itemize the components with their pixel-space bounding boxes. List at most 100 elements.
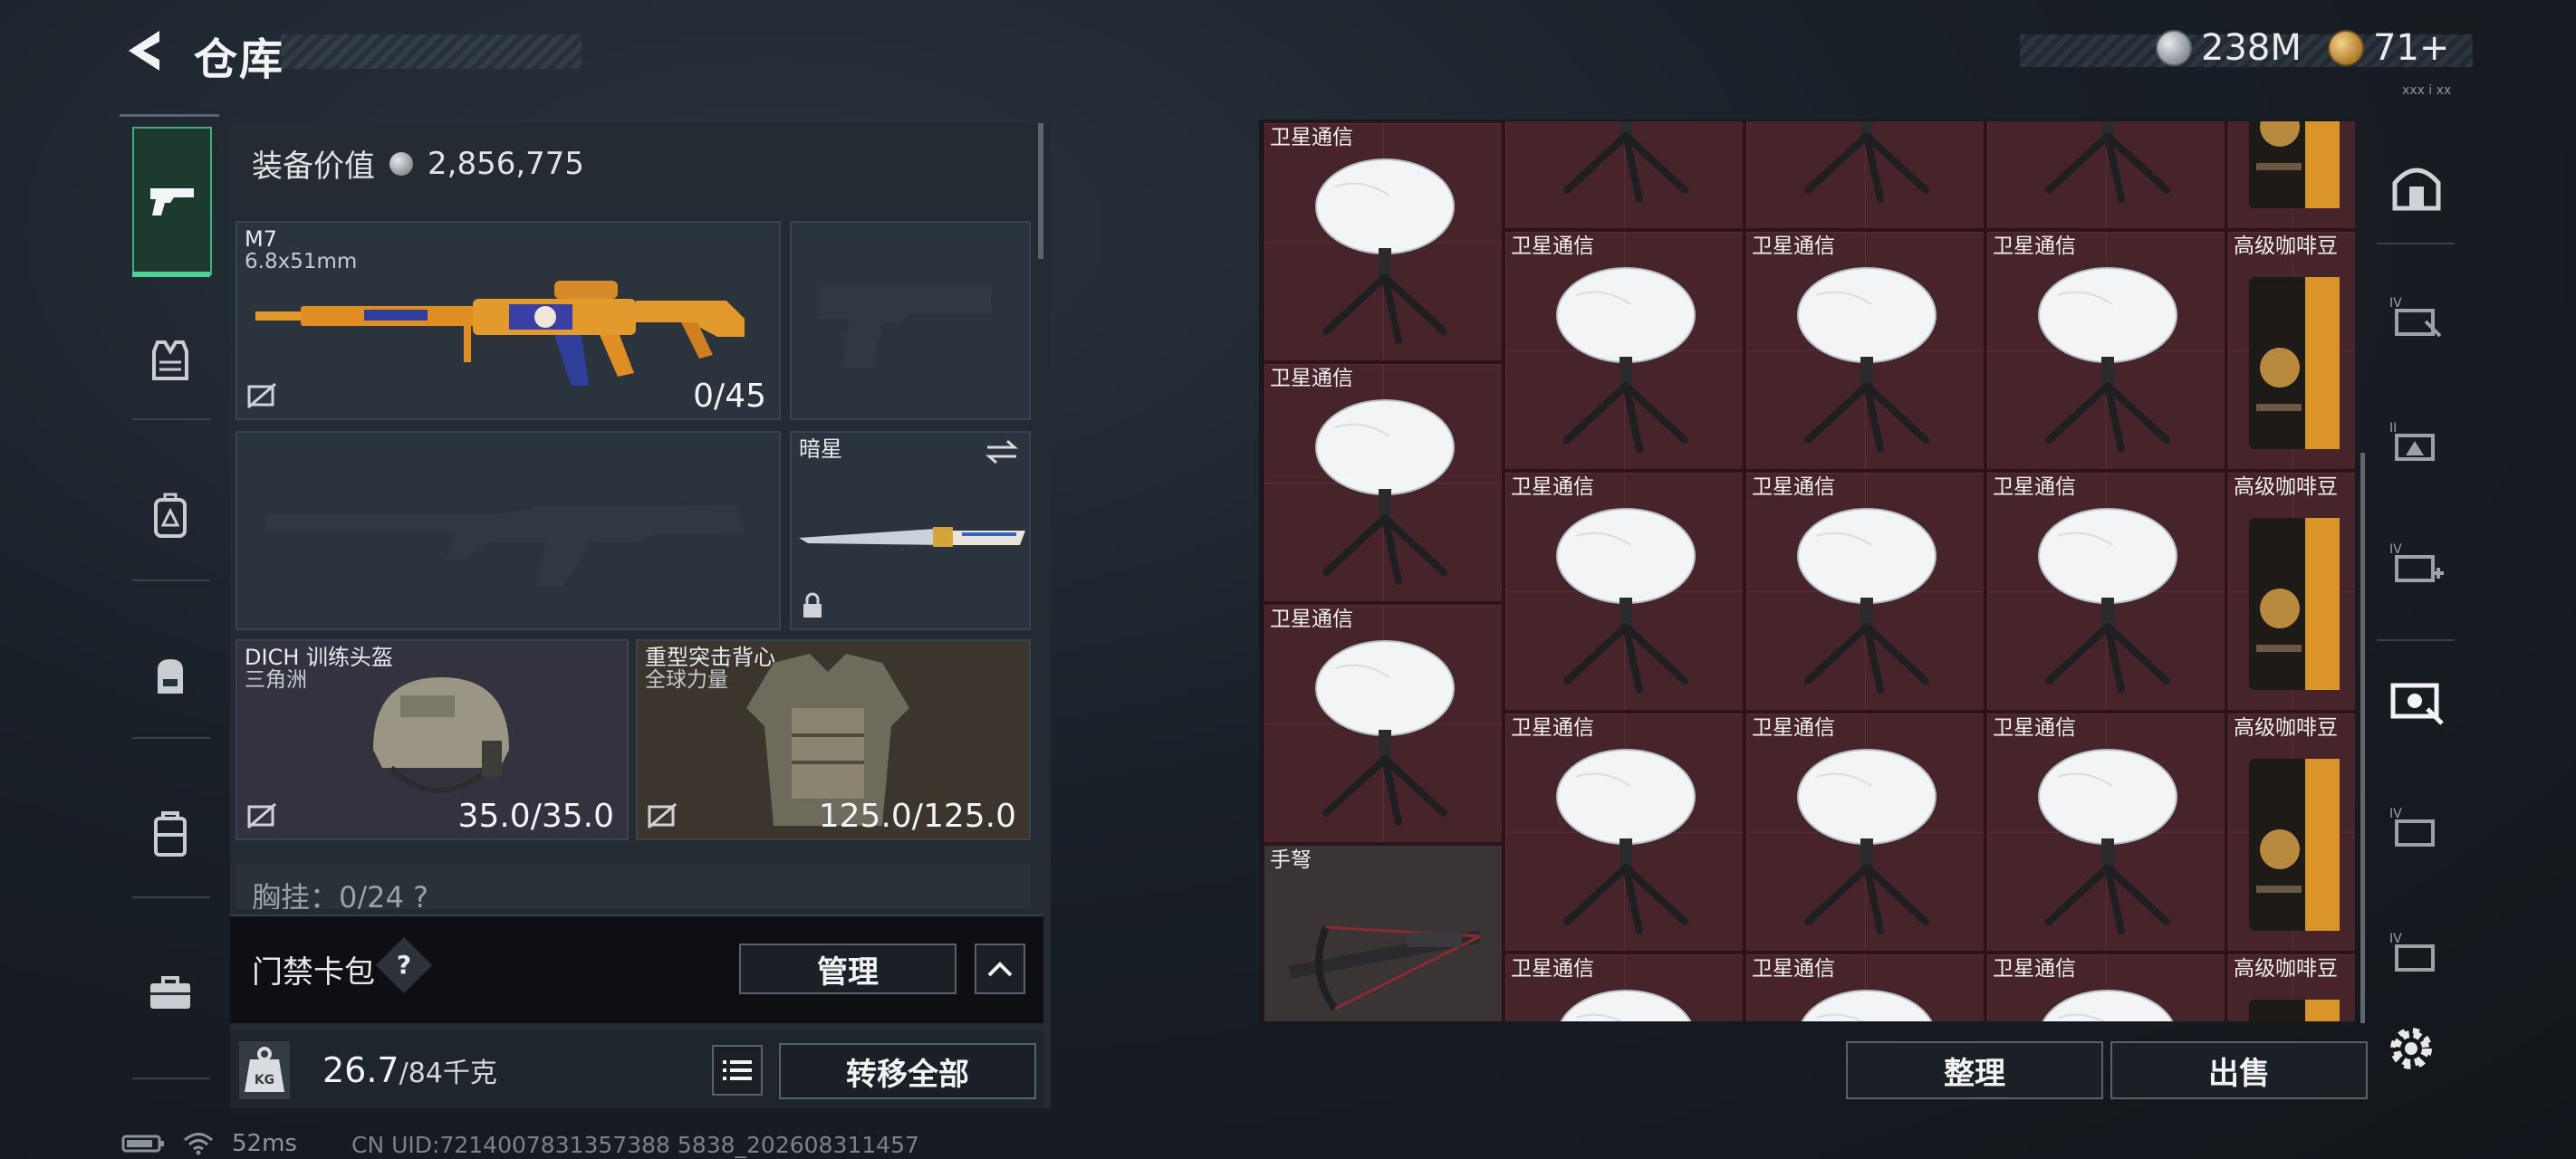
helmet-faction: 三角洲 [245, 668, 307, 692]
storage-tab-4c[interactable]: IV [2386, 797, 2447, 858]
secondary-weapon-slot[interactable] [235, 431, 781, 630]
list-view-button[interactable] [712, 1045, 763, 1096]
rifle-image [255, 281, 745, 386]
gear-scrollbar[interactable] [1038, 123, 1043, 259]
storage-item-crossbow[interactable]: 手弩 [1263, 844, 1504, 1021]
sell-button[interactable]: 出售 [2110, 1041, 2368, 1099]
storage-item-label: 卫星通信 [1752, 956, 1835, 981]
storage-item-label: 卫星通信 [1270, 367, 1353, 390]
title-decoration [281, 34, 582, 69]
storage-item-satellite[interactable] [1985, 121, 2226, 230]
armor-faction: 全球力量 [645, 668, 728, 692]
backpack-icon [158, 659, 183, 694]
help-button[interactable]: ? [375, 936, 433, 994]
storage-tier-icon: II [2389, 421, 2435, 461]
silver-coin-icon [389, 151, 413, 176]
helmet-slot[interactable]: DICH 训练头盔 三角洲 35.0/35.0 [235, 639, 629, 840]
settings-button[interactable] [2382, 1020, 2440, 1078]
storage-item-coffee[interactable]: 高级咖啡豆 [2226, 229, 2355, 471]
collapse-button[interactable] [975, 943, 1025, 994]
manage-button[interactable]: 管理 [739, 943, 956, 994]
equipment-value-amount: 2,856,775 [428, 145, 585, 182]
currency-silver-amount: 238M [2201, 27, 2302, 69]
weight-max: /84千克 [399, 1058, 497, 1089]
storage-item-label: 卫星通信 [1511, 234, 1594, 258]
satellite-dish-image [2045, 121, 2170, 203]
storage-item-satellite[interactable]: 卫星通信 [1263, 121, 1504, 362]
back-button[interactable] [120, 25, 168, 76]
satellite-dish-image [1315, 640, 1455, 826]
coffee-bag-image [2249, 999, 2341, 1021]
chest-rig-row[interactable]: 胸挂：0/24 ? [235, 864, 1031, 909]
armor-durability: 125.0/125.0 [818, 798, 1016, 835]
sort-button[interactable]: 整理 [1846, 1041, 2103, 1099]
storage-item-label: 卫星通信 [1511, 956, 1594, 981]
storage-tab-active[interactable] [2386, 670, 2447, 732]
help-icon: ? [396, 950, 412, 980]
storage-item-label: 高级咖啡豆 [2234, 956, 2338, 981]
storage-item-satellite[interactable]: 卫星通信 [1504, 711, 1745, 953]
weapon-ammo: 0/45 [693, 378, 766, 415]
storage-item-satellite[interactable]: 卫星通信 [1504, 470, 1745, 712]
storage-item-satellite[interactable]: 卫星通信 [1745, 470, 1985, 712]
primary-weapon-slot[interactable]: M7 6.8x51mm 0/45 [235, 221, 781, 420]
ping-readout: 52ms [232, 1130, 297, 1157]
rail-tab-armor[interactable] [132, 322, 208, 398]
storage-item-satellite[interactable]: 卫星通信 [1504, 952, 1745, 1021]
user-id: CN UID:7214007831357388 5838_20260831145… [351, 1132, 919, 1158]
storage-tab-home[interactable] [2386, 158, 2447, 219]
satellite-dish-image [1804, 121, 1929, 203]
rail-active-indicator [132, 272, 210, 277]
storage-item-coffee[interactable]: 高级咖啡豆 [2226, 470, 2355, 712]
storage-item-label: 卫星通信 [1270, 608, 1353, 631]
storage-item-satellite[interactable] [1745, 121, 1985, 230]
storage-item-satellite[interactable]: 卫星通信 [1504, 229, 1745, 471]
storage-item-label: 卫星通信 [1511, 715, 1594, 740]
storage-item-coffee[interactable]: 高级咖啡豆 [2226, 711, 2355, 953]
storage-tab-4d[interactable]: IV [2386, 922, 2447, 983]
storage-item-satellite[interactable]: 卫星通信 [1263, 362, 1504, 603]
storage-item-satellite[interactable]: 卫星通信 [1263, 603, 1504, 844]
storage-item-satellite[interactable]: 卫星通信 [1985, 470, 2226, 712]
sidearm-slot[interactable] [790, 221, 1031, 420]
lock-icon [803, 592, 822, 618]
satellite-dish-image [1556, 266, 1696, 453]
satellite-dish-image [1315, 158, 1455, 344]
storage-scrollbar[interactable] [2360, 453, 2365, 1023]
transfer-all-button[interactable]: 转移全部 [779, 1043, 1036, 1099]
storage-item-satellite[interactable]: 卫星通信 [1745, 229, 1985, 471]
equipment-value-label: 装备价值 [252, 148, 375, 185]
list-icon [723, 1060, 752, 1080]
currency-gold[interactable]: 71+ [2328, 27, 2449, 69]
storage-tab-2[interactable]: II [2386, 411, 2447, 473]
storage-item-satellite[interactable]: 卫星通信 [1985, 952, 2226, 1021]
armor-slot[interactable]: 重型突击背心 全球力量 125.0/125.0 [636, 639, 1031, 840]
storage-item-satellite[interactable]: 卫星通信 [1745, 711, 1985, 953]
storage-tab-4b[interactable]: IV [2386, 532, 2447, 594]
back-arrow-icon [129, 31, 159, 71]
rail-divider [2377, 243, 2455, 244]
battery-icon [121, 1135, 164, 1153]
currency-gold-amount: 71+ [2373, 27, 2450, 69]
rail-tab-weapons[interactable] [132, 127, 212, 275]
svg-text:IV: IV [2389, 932, 2402, 946]
storage-tab-4a[interactable]: IV [2386, 286, 2447, 348]
storage-item-coffee[interactable]: 高级咖啡豆 [2226, 952, 2355, 1021]
currency-silver[interactable]: 238M [2156, 27, 2302, 69]
rail-tab-pouch[interactable] [132, 478, 208, 554]
satellite-dish-image [1563, 121, 1688, 203]
no-insure-icon [247, 382, 276, 409]
swap-icon[interactable] [984, 438, 1020, 465]
melee-slot[interactable]: 暗星 [790, 431, 1031, 630]
storage-item-satellite[interactable]: 卫星通信 [1985, 229, 2226, 471]
rail-tab-case[interactable] [132, 797, 208, 873]
storage-item-coffee[interactable] [2226, 121, 2355, 230]
storage-item-satellite[interactable]: 卫星通信 [1745, 952, 1985, 1021]
satellite-dish-image [1556, 748, 1696, 934]
storage-item-satellite[interactable]: 卫星通信 [1985, 711, 2226, 953]
storage-item-satellite[interactable] [1504, 121, 1745, 230]
svg-text:IV: IV [2389, 807, 2402, 821]
rail-divider [132, 896, 210, 898]
rail-tab-backpack[interactable] [132, 637, 208, 714]
rail-tab-briefcase[interactable] [132, 954, 208, 1030]
